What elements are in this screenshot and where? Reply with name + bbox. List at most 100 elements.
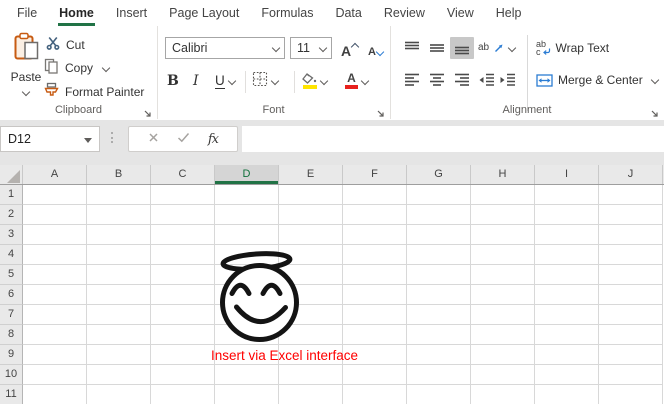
cell[interactable] [535, 365, 599, 385]
align-right-button[interactable] [450, 69, 474, 91]
copy-dropdown-caret-icon[interactable] [102, 64, 110, 72]
increase-font-size-button[interactable]: A [338, 37, 361, 59]
cell[interactable] [23, 185, 87, 205]
cell[interactable] [535, 225, 599, 245]
cell[interactable] [535, 205, 599, 225]
cell[interactable] [23, 305, 87, 325]
column-header[interactable]: J [599, 165, 663, 184]
align-center-button[interactable] [425, 69, 449, 91]
cell[interactable] [471, 325, 535, 345]
cell[interactable] [535, 345, 599, 365]
cell[interactable] [535, 185, 599, 205]
cell[interactable] [279, 185, 343, 205]
cancel-icon[interactable] [148, 130, 159, 148]
name-box[interactable]: D12 [0, 126, 100, 152]
cell[interactable] [407, 345, 471, 365]
cell[interactable] [343, 185, 407, 205]
cell[interactable] [23, 385, 87, 404]
cell[interactable] [599, 325, 663, 345]
bottom-align-button[interactable] [450, 37, 474, 59]
tab-insert[interactable]: Insert [105, 0, 158, 26]
row-header[interactable]: 7 [0, 305, 23, 325]
cell[interactable] [535, 385, 599, 404]
cell[interactable] [151, 365, 215, 385]
borders-button[interactable] [252, 68, 278, 94]
formula-input[interactable] [242, 126, 664, 152]
cell[interactable] [343, 265, 407, 285]
cell[interactable] [151, 205, 215, 225]
row-header[interactable]: 11 [0, 385, 23, 404]
cell[interactable] [407, 245, 471, 265]
cell[interactable] [471, 385, 535, 404]
column-header[interactable]: I [535, 165, 599, 184]
cell[interactable] [407, 385, 471, 404]
column-header[interactable]: A [23, 165, 87, 184]
row-header[interactable]: 10 [0, 365, 23, 385]
cell[interactable] [279, 365, 343, 385]
cell[interactable] [87, 385, 151, 404]
underline-caret-icon[interactable] [228, 77, 236, 85]
smiley-halo-drawing[interactable] [206, 243, 306, 347]
cell[interactable] [151, 225, 215, 245]
cell[interactable] [87, 345, 151, 365]
orientation-button[interactable]: ab [478, 37, 515, 59]
cell[interactable] [599, 265, 663, 285]
cell[interactable] [535, 285, 599, 305]
cell[interactable] [87, 325, 151, 345]
cell[interactable] [151, 345, 215, 365]
column-header[interactable]: C [151, 165, 215, 184]
tab-review[interactable]: Review [373, 0, 436, 26]
orientation-caret-icon[interactable] [508, 44, 516, 52]
cell[interactable] [599, 345, 663, 365]
cell[interactable] [279, 205, 343, 225]
cell[interactable] [407, 305, 471, 325]
cell[interactable] [23, 365, 87, 385]
cell[interactable] [343, 225, 407, 245]
cell[interactable] [535, 265, 599, 285]
cell[interactable] [599, 245, 663, 265]
fill-color-button[interactable] [302, 68, 327, 94]
cell[interactable] [535, 305, 599, 325]
cell[interactable] [215, 205, 279, 225]
column-header[interactable]: B [87, 165, 151, 184]
cell[interactable] [23, 205, 87, 225]
formula-bar-resize-handle[interactable] [111, 132, 113, 143]
cell[interactable] [407, 365, 471, 385]
font-dialog-launcher-icon[interactable] [376, 106, 386, 116]
cell[interactable] [407, 205, 471, 225]
cell[interactable] [23, 265, 87, 285]
select-all-corner[interactable] [0, 165, 23, 184]
format-painter-button[interactable]: Format Painter [44, 83, 144, 101]
cell[interactable] [343, 305, 407, 325]
insert-function-button[interactable]: fx [208, 132, 218, 147]
column-header[interactable]: F [343, 165, 407, 184]
tab-help[interactable]: Help [485, 0, 533, 26]
cell[interactable] [407, 225, 471, 245]
cell[interactable] [23, 285, 87, 305]
cell[interactable] [407, 285, 471, 305]
tab-formulas[interactable]: Formulas [250, 0, 324, 26]
cell[interactable] [471, 185, 535, 205]
cell[interactable] [599, 185, 663, 205]
column-header[interactable]: D [215, 165, 279, 184]
font-color-button[interactable]: A [345, 68, 368, 94]
column-header[interactable]: G [407, 165, 471, 184]
cell[interactable] [87, 305, 151, 325]
bold-button[interactable]: B [167, 68, 179, 94]
cell[interactable] [23, 225, 87, 245]
middle-align-button[interactable] [425, 37, 449, 59]
cell[interactable] [215, 365, 279, 385]
cell[interactable] [471, 365, 535, 385]
cell[interactable] [87, 205, 151, 225]
cell[interactable] [599, 385, 663, 404]
cell[interactable] [151, 185, 215, 205]
enter-check-icon[interactable] [177, 130, 190, 148]
cell[interactable] [407, 265, 471, 285]
cell[interactable] [471, 265, 535, 285]
align-left-button[interactable] [400, 69, 424, 91]
merge-center-button[interactable]: Merge & Center [536, 69, 658, 91]
cell[interactable] [343, 285, 407, 305]
cell[interactable] [599, 205, 663, 225]
row-header[interactable]: 4 [0, 245, 23, 265]
cell[interactable] [151, 385, 215, 404]
